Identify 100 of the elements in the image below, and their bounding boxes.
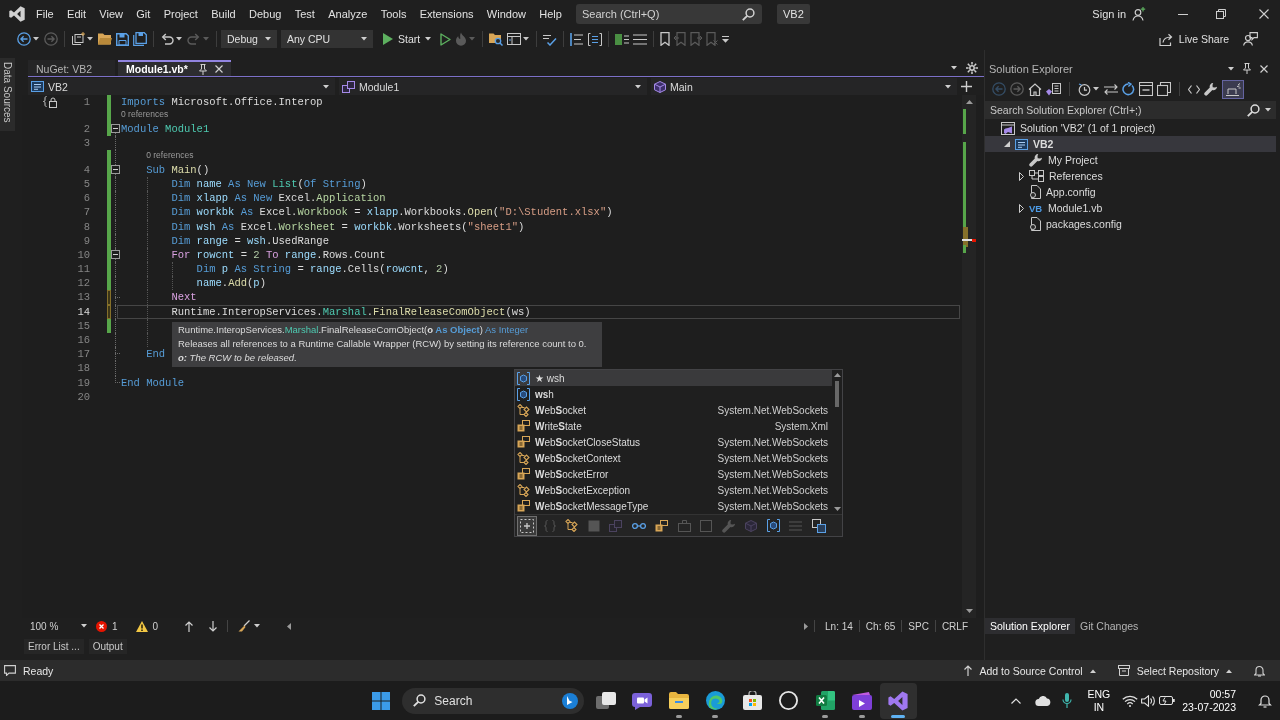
caret-icon[interactable]	[33, 37, 39, 41]
collapsed-arrow-icon[interactable]	[1018, 171, 1024, 181]
restore-icon[interactable]	[1216, 9, 1226, 19]
menu-item[interactable]: Analyze	[328, 8, 368, 20]
language-button[interactable]: ENG IN	[1087, 687, 1111, 714]
stacked-pages-icon[interactable]	[1046, 82, 1061, 96]
chevron-up-icon[interactable]	[1010, 697, 1021, 704]
sparkle-tray-icon[interactable]	[1222, 79, 1244, 99]
collapsed-arrow-icon[interactable]	[1018, 203, 1024, 213]
wifi-icon[interactable]	[1122, 694, 1139, 707]
close-icon[interactable]	[1259, 9, 1269, 19]
pin-icon[interactable]	[198, 63, 207, 75]
up-triangle-icon[interactable]	[965, 100, 973, 104]
caret-icon[interactable]	[1093, 87, 1099, 91]
tree-item[interactable]: References	[985, 168, 1276, 184]
minus-box-icon[interactable]	[111, 165, 120, 175]
completion-item[interactable]: WebSocketError System.Net.WebSockets	[515, 466, 832, 482]
document-tab[interactable]: Module1.vb*	[118, 60, 231, 76]
caret-icon[interactable]	[254, 624, 261, 628]
clock-icon[interactable]	[1078, 82, 1091, 96]
menu-item[interactable]: Test	[294, 8, 315, 20]
project-dropdown[interactable]: VB2	[28, 78, 335, 95]
panel-tab[interactable]: Output	[88, 638, 127, 654]
circular-arrow-icon[interactable]	[1122, 82, 1135, 96]
minimize-icon[interactable]	[1178, 13, 1188, 15]
expanded-arrow-icon[interactable]	[1004, 141, 1010, 147]
start-button[interactable]: Start	[381, 33, 434, 45]
menu-item[interactable]: Window	[486, 8, 526, 20]
plus-icon[interactable]	[961, 81, 972, 92]
search-field[interactable]: Search Solution Explorer (Ctrl+;)	[985, 101, 1276, 119]
line-indicator[interactable]: Ln: 14	[821, 620, 857, 632]
curved-arrow-icon[interactable]	[160, 33, 174, 45]
window-layout-icon[interactable]	[507, 33, 522, 45]
overflow-caret-icon[interactable]	[722, 35, 730, 43]
tree-item[interactable]: VB2	[985, 136, 1276, 152]
stacked-windows-icon[interactable]	[71, 32, 85, 46]
floppy-disks-icon[interactable]	[133, 32, 147, 46]
caret-icon[interactable]	[1265, 108, 1271, 112]
menu-item[interactable]: Git	[136, 8, 151, 20]
completion-item[interactable]: wsh	[515, 386, 832, 402]
caret-icon[interactable]	[951, 66, 957, 70]
link-icon[interactable]	[631, 521, 646, 530]
caret-icon[interactable]	[87, 37, 93, 41]
bracket-lines-icon[interactable]	[588, 32, 603, 46]
dotted-square-plus-icon[interactable]	[517, 515, 537, 536]
completion-item[interactable]: WriteState System.Xml	[515, 418, 832, 434]
down-triangle-icon[interactable]	[833, 507, 841, 511]
wrench-icon[interactable]	[1204, 82, 1218, 96]
menu-item[interactable]: Project	[163, 8, 198, 20]
close-icon[interactable]	[214, 65, 223, 73]
tree-item[interactable]: App.config	[985, 184, 1276, 200]
side-panel-tab[interactable]: Data Sources	[0, 58, 15, 131]
lines-icon[interactable]	[633, 33, 648, 45]
menu-item[interactable]: View	[99, 8, 123, 20]
menu-item[interactable]: Tools	[380, 8, 407, 20]
repository-button[interactable]: Select Repository	[1117, 664, 1232, 677]
folder-icon[interactable]	[98, 33, 112, 45]
speaker-icon[interactable]	[1141, 694, 1157, 707]
down-triangle-icon[interactable]	[965, 609, 973, 613]
completion-item[interactable]: WebSocketException System.Net.WebSockets	[515, 482, 832, 498]
angle-brackets-icon[interactable]	[1188, 84, 1200, 94]
taskbar-app-button[interactable]	[880, 682, 917, 719]
error-count-button[interactable]: 1	[96, 620, 118, 632]
person-plus-icon[interactable]	[1132, 7, 1146, 21]
bookmark-icon[interactable]	[660, 32, 671, 46]
house-icon[interactable]	[1028, 82, 1042, 96]
search-field[interactable]: Search	[402, 687, 585, 714]
down-arrow-icon[interactable]	[209, 620, 218, 632]
block-lines-icon[interactable]	[615, 32, 630, 46]
vertical-scrollbar[interactable]	[962, 95, 976, 618]
person-bubble-icon[interactable]	[1243, 32, 1258, 46]
play-outline-icon[interactable]	[440, 32, 452, 46]
tree-item[interactable]: Solution 'VB2' (1 of 1 project)	[985, 120, 1276, 136]
up-arrow-icon[interactable]	[185, 620, 194, 632]
up-triangle-icon[interactable]	[833, 373, 841, 377]
brush-icon[interactable]	[238, 620, 251, 632]
linked-nodes-icon[interactable]	[565, 519, 578, 532]
completion-item[interactable]: WebSocketMessageType System.Net.WebSockets	[515, 498, 832, 514]
caret-icon[interactable]	[1228, 66, 1234, 71]
left-arrow-circle-icon[interactable]	[17, 32, 31, 46]
check-lines-icon[interactable]	[543, 32, 558, 46]
caret-icon[interactable]	[176, 37, 182, 41]
windows-logo-icon[interactable]	[372, 691, 391, 710]
references-link[interactable]: 0 references	[146, 150, 194, 161]
minus-box-icon[interactable]	[111, 124, 120, 134]
zoom-dropdown[interactable]: 100 %	[28, 619, 90, 633]
completion-item[interactable]: ★ wsh	[515, 370, 832, 386]
menu-item[interactable]: Extensions	[419, 8, 474, 20]
settings-icon[interactable]	[966, 62, 978, 74]
panel-tab[interactable]: Git Changes	[1074, 618, 1144, 634]
line-ending-indicator[interactable]: CRLF	[937, 620, 972, 632]
bracketed-cube-icon[interactable]	[766, 519, 780, 532]
references-link[interactable]: 0 references	[121, 109, 169, 120]
tree-item[interactable]: packages.config	[985, 216, 1276, 232]
menu-item[interactable]: Debug	[249, 8, 282, 20]
tree-item[interactable]: VB Module1.vb	[985, 200, 1276, 216]
clock-button[interactable]: 00:57 23-07-2023	[1182, 687, 1236, 714]
two-arrows-icon[interactable]	[1104, 83, 1118, 95]
panel-tab[interactable]: Solution Explorer	[985, 618, 1075, 634]
menu-item[interactable]: Build	[211, 8, 236, 20]
